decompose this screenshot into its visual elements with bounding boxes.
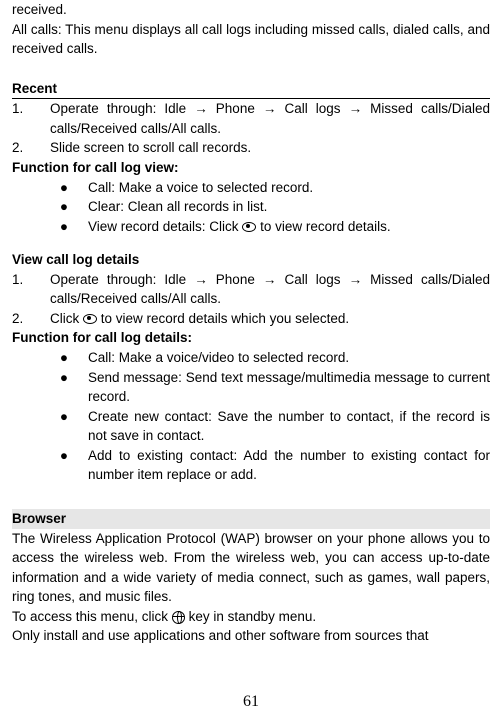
step-number: 1. — [12, 270, 50, 290]
step-text: Operate through: Idle → Phone → Call log… — [50, 270, 490, 309]
globe-icon — [172, 611, 185, 624]
page-number: 61 — [0, 690, 502, 713]
text: Call logs — [284, 272, 340, 287]
arrow-icon: → — [263, 272, 277, 287]
heading-view-details: View call log details — [12, 250, 490, 270]
view-details-icon — [242, 222, 256, 232]
text: Operate through: Idle — [50, 272, 194, 287]
heading-recent: Recent — [12, 79, 490, 100]
list-item: 1. Operate through: Idle → Phone → Call … — [12, 99, 490, 138]
step-number: 1. — [12, 99, 50, 119]
bullet-icon: ● — [12, 407, 78, 427]
step-number: 2. — [12, 138, 50, 158]
spacer — [12, 59, 490, 73]
text: to view record details which you selecte… — [97, 311, 349, 326]
spacer — [12, 485, 490, 499]
page: received. All calls: This menu displays … — [0, 0, 502, 717]
arrow-icon: → — [194, 101, 208, 116]
bullet-icon: ● — [12, 178, 78, 198]
subheading-func-view: Function for call log view: — [12, 158, 490, 178]
text: to view record details. — [256, 219, 390, 234]
arrow-icon: → — [349, 101, 363, 116]
bullet-text: Clear: Clean all records in list. — [78, 197, 490, 217]
bullet-text: Create new contact: Save the number to c… — [78, 407, 490, 446]
intro-fragment: received. — [12, 0, 490, 20]
text: Phone — [216, 101, 255, 116]
intro-all-calls: All calls: This menu displays all call l… — [12, 20, 490, 59]
list-item: ● Create new contact: Save the number to… — [12, 407, 490, 446]
browser-p3: Only install and use applications and ot… — [12, 626, 490, 646]
text: View record details: Click — [88, 219, 242, 234]
list-item: ● Call: Make a voice/video to selected r… — [12, 348, 490, 368]
list-item: 2. Click to view record details which yo… — [12, 309, 490, 329]
bullet-text: Call: Make a voice to selected record. — [78, 178, 490, 198]
bullet-text: Add to existing contact: Add the number … — [78, 446, 490, 485]
text: Call logs — [284, 101, 340, 116]
text: Phone — [216, 272, 255, 287]
list-item: ● Call: Make a voice to selected record. — [12, 178, 490, 198]
list-item: ● Clear: Clean all records in list. — [12, 197, 490, 217]
heading-browser: Browser — [12, 509, 490, 529]
arrow-icon: → — [263, 101, 277, 116]
recent-bullets: ● Call: Make a voice to selected record.… — [12, 178, 490, 237]
browser-p1: The Wireless Application Protocol (WAP) … — [12, 529, 490, 607]
view-details-icon — [83, 314, 97, 324]
bullet-icon: ● — [12, 217, 78, 237]
bullet-icon: ● — [12, 197, 78, 217]
browser-p2: To access this menu, click key in standb… — [12, 607, 490, 627]
bullet-icon: ● — [12, 348, 78, 368]
step-number: 2. — [12, 309, 50, 329]
step-text: Slide screen to scroll call records. — [50, 138, 490, 158]
list-item: 2. Slide screen to scroll call records. — [12, 138, 490, 158]
list-item: ● Add to existing contact: Add the numbe… — [12, 446, 490, 485]
bullet-icon: ● — [12, 368, 78, 388]
view-details-steps: 1. Operate through: Idle → Phone → Call … — [12, 270, 490, 329]
step-text: Click to view record details which you s… — [50, 309, 490, 329]
arrow-icon: → — [349, 272, 363, 287]
bullet-icon: ● — [12, 446, 78, 466]
list-item: 1. Operate through: Idle → Phone → Call … — [12, 270, 490, 309]
text: key in standby menu. — [185, 609, 316, 624]
bullet-text: Call: Make a voice/video to selected rec… — [78, 348, 490, 368]
arrow-icon: → — [194, 272, 208, 287]
recent-steps: 1. Operate through: Idle → Phone → Call … — [12, 99, 490, 158]
list-item: ● Send message: Send text message/multim… — [12, 368, 490, 407]
spacer — [12, 236, 490, 250]
text: Operate through: Idle — [50, 101, 194, 116]
text: Click — [50, 311, 83, 326]
view-details-bullets: ● Call: Make a voice/video to selected r… — [12, 348, 490, 485]
text: To access this menu, click — [12, 609, 172, 624]
bullet-text: Send message: Send text message/multimed… — [78, 368, 490, 407]
subheading-func-details: Function for call log details: — [12, 328, 490, 348]
step-text: Operate through: Idle → Phone → Call log… — [50, 99, 490, 138]
bullet-text: View record details: Click to view recor… — [78, 217, 490, 237]
list-item: ● View record details: Click to view rec… — [12, 217, 490, 237]
